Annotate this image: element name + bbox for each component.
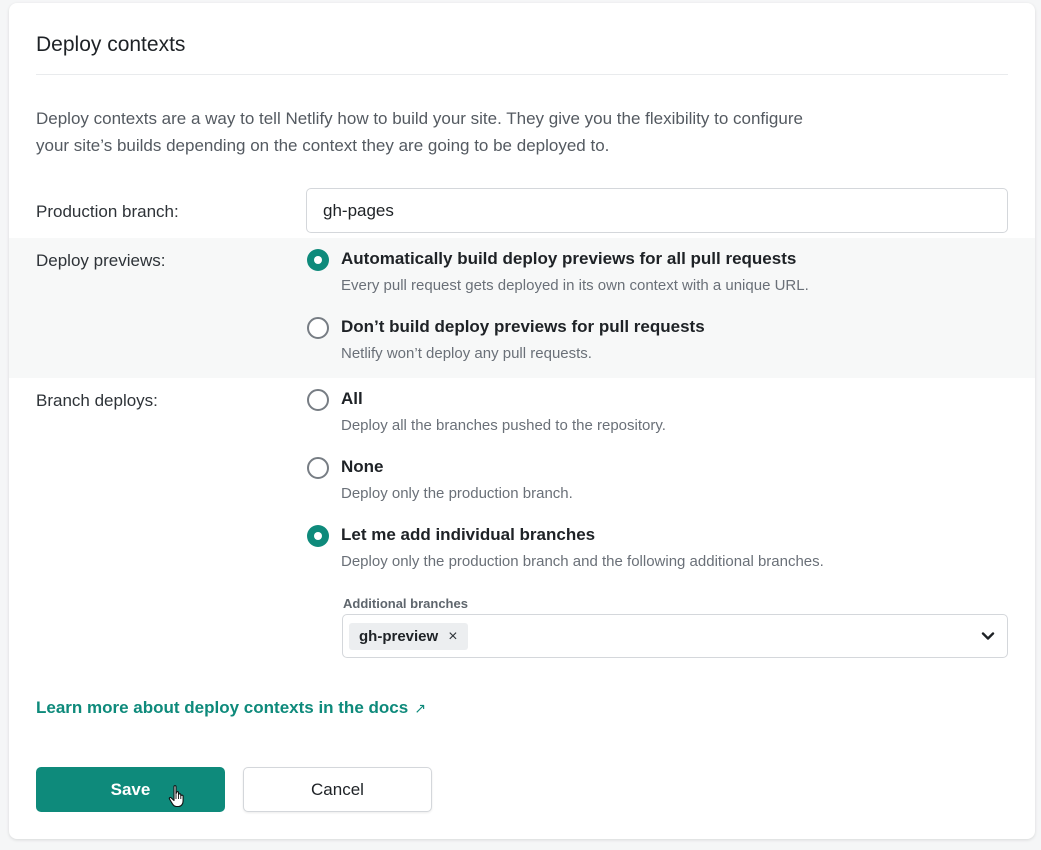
chevron-down-icon[interactable] bbox=[981, 629, 995, 643]
radio-checked-icon[interactable] bbox=[307, 249, 329, 271]
option-description: Netlify won’t deploy any pull requests. bbox=[341, 345, 592, 362]
branch-chip-label: gh-preview bbox=[359, 628, 439, 645]
radio-unchecked-icon[interactable] bbox=[307, 317, 329, 339]
deploy-contexts-docs-link[interactable]: Learn more about deploy contexts in the … bbox=[36, 698, 426, 718]
radio-unchecked-icon[interactable] bbox=[307, 389, 329, 411]
cancel-button[interactable]: Cancel bbox=[243, 767, 432, 812]
option-label: All bbox=[341, 389, 363, 408]
production-branch-input[interactable]: gh-pages bbox=[306, 188, 1008, 233]
branch-deploys-label: Branch deploys: bbox=[36, 391, 158, 410]
deploy-previews-label: Deploy previews: bbox=[36, 251, 166, 270]
section-description: Deploy contexts are a way to tell Netlif… bbox=[36, 109, 803, 155]
section-title: Deploy contexts bbox=[36, 33, 186, 56]
option-label: Don’t build deploy previews for pull req… bbox=[341, 317, 705, 336]
option-label: Automatically build deploy previews for … bbox=[341, 249, 797, 268]
option-label: None bbox=[341, 457, 384, 476]
hand-pointer-cursor-icon bbox=[168, 785, 184, 808]
option-description: Deploy only the production branch and th… bbox=[341, 553, 824, 570]
option-description: Deploy all the branches pushed to the re… bbox=[341, 417, 666, 434]
external-link-icon: ↗ bbox=[414, 700, 426, 716]
remove-branch-icon[interactable]: × bbox=[448, 628, 457, 646]
additional-branches-select[interactable]: gh-preview × bbox=[342, 614, 1008, 658]
save-button[interactable]: Save bbox=[36, 767, 225, 812]
docs-link-label: Learn more about deploy contexts in the … bbox=[36, 698, 409, 717]
divider bbox=[36, 74, 1008, 75]
deploy-contexts-card: Deploy contexts Deploy contexts are a wa… bbox=[9, 3, 1035, 839]
production-branch-label: Production branch: bbox=[36, 202, 179, 221]
radio-unchecked-icon[interactable] bbox=[307, 457, 329, 479]
option-description: Every pull request gets deployed in its … bbox=[341, 277, 809, 294]
radio-checked-icon[interactable] bbox=[307, 525, 329, 547]
branch-chip: gh-preview × bbox=[349, 623, 468, 650]
option-description: Deploy only the production branch. bbox=[341, 485, 573, 502]
additional-branches-label: Additional branches bbox=[343, 596, 468, 611]
option-label: Let me add individual branches bbox=[341, 525, 596, 544]
